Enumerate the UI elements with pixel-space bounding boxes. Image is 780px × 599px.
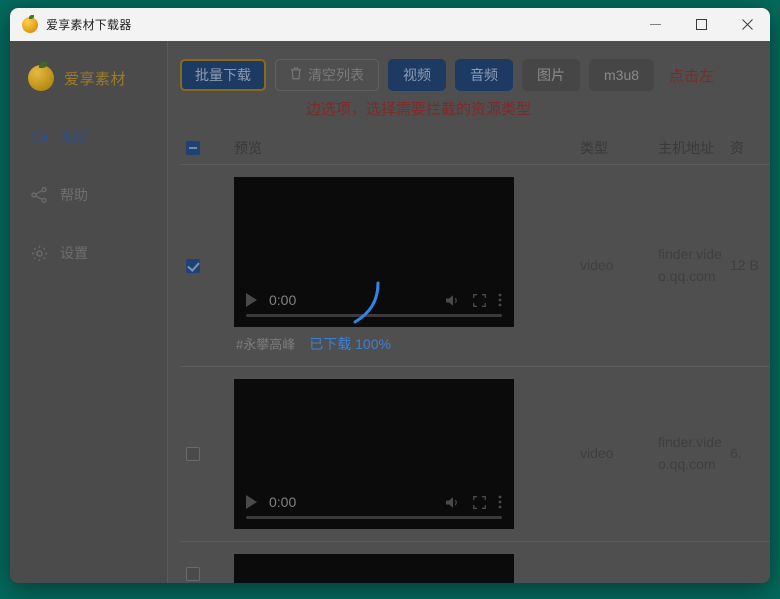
checkbox-unchecked-icon: [186, 447, 200, 461]
title-bar: 爱享素材下载器: [10, 8, 770, 41]
sidebar-item-label: 帮助: [60, 187, 88, 203]
app-window: 爱享素材下载器 爱享素材 嗅探 帮助 设置 批量下载 清空列表 视频 音频 图片…: [10, 8, 770, 583]
type-cell: video: [580, 256, 614, 273]
close-icon[interactable]: [724, 8, 770, 41]
preview-cell: 0:00: [226, 177, 580, 354]
filter-m3u8-button[interactable]: m3u8: [589, 59, 655, 91]
window-body: 爱享素材 嗅探 帮助 设置 批量下载 清空列表 视频 音频 图片 m3u8 点击…: [10, 41, 770, 583]
sidebar-item-label: 设置: [60, 245, 88, 261]
column-header-size: 资: [730, 139, 744, 156]
main-content: 批量下载 清空列表 视频 音频 图片 m3u8 点击左 边选项，选择需要拦截的资…: [168, 41, 770, 583]
table-header-row: 预览 类型 主机地址 资: [180, 131, 770, 165]
toolbar: 批量下载 清空列表 视频 音频 图片 m3u8 点击左: [168, 41, 770, 91]
brand: 爱享素材: [10, 57, 167, 91]
download-status: 已下载 100%: [309, 336, 391, 352]
select-all-checkbox[interactable]: [180, 140, 226, 155]
preview-cell: [226, 554, 580, 583]
column-header-preview: 预览: [234, 139, 262, 156]
fullscreen-icon[interactable]: [473, 495, 486, 509]
table-row[interactable]: [180, 542, 770, 583]
video-camera-icon: [30, 128, 48, 146]
size-cell: 12 B: [730, 256, 759, 273]
batch-download-button[interactable]: 批量下载: [180, 59, 266, 91]
table-row[interactable]: 0:00: [180, 165, 770, 367]
minimize-icon[interactable]: [632, 8, 678, 41]
share-nodes-icon: [30, 186, 48, 204]
title-bar-left: 爱享素材下载器: [10, 14, 632, 33]
orange-fruit-logo: [28, 62, 54, 91]
video-player[interactable]: [234, 554, 514, 583]
clear-list-button[interactable]: 清空列表: [275, 59, 379, 91]
volume-icon[interactable]: [446, 496, 461, 509]
play-icon[interactable]: [246, 293, 257, 307]
video-player[interactable]: 0:00: [234, 379, 514, 529]
volume-icon[interactable]: [446, 294, 461, 307]
table-row[interactable]: 0:00: [180, 367, 770, 542]
filter-audio-button[interactable]: 音频: [455, 59, 513, 91]
checkbox-checked-icon: [186, 258, 200, 273]
player-time: 0:00: [269, 494, 297, 510]
type-cell: video: [580, 445, 614, 462]
checkbox-unchecked-icon: [186, 567, 200, 581]
gear-icon: [30, 244, 48, 262]
column-header-type: 类型: [580, 139, 608, 156]
row-checkbox[interactable]: [180, 447, 226, 461]
trash-icon: [290, 67, 302, 83]
more-vertical-icon[interactable]: [498, 495, 502, 509]
sidebar-item-label: 嗅探: [60, 129, 88, 145]
size-cell: 6.: [730, 445, 742, 462]
column-header-host: 主机地址: [658, 139, 714, 156]
annotation-text-line2: 边选项，选择需要拦截的资源类型: [306, 101, 532, 118]
row-checkbox[interactable]: [180, 567, 226, 581]
player-progress-bar[interactable]: [246, 516, 502, 519]
sidebar-item-sniff[interactable]: 嗅探: [10, 115, 167, 159]
sidebar: 爱享素材 嗅探 帮助 设置: [10, 41, 168, 583]
brand-name: 爱享素材: [64, 70, 127, 88]
sidebar-item-help[interactable]: 帮助: [10, 173, 167, 217]
preview-caption-row: #永攀高峰 已下载 100%: [234, 334, 580, 354]
play-icon[interactable]: [246, 495, 257, 509]
checkbox-indeterminate-icon: [186, 140, 200, 155]
filter-image-button[interactable]: 图片: [522, 59, 580, 91]
resource-table: 预览 类型 主机地址 资 0:00 #永攀高峰 已下载 100% video f…: [168, 131, 770, 583]
annotation-text-line1: 点击左: [669, 67, 715, 85]
preview-caption: #永攀高峰: [236, 337, 296, 352]
clear-list-label: 清空列表: [308, 67, 364, 83]
maximize-icon[interactable]: [678, 8, 724, 41]
host-cell: finder.video.qq.com: [658, 245, 722, 284]
row-checkbox[interactable]: [180, 258, 226, 273]
player-progress-bar[interactable]: [246, 314, 502, 317]
preview-cell: 0:00: [226, 379, 580, 529]
host-cell: finder.video.qq.com: [658, 434, 722, 472]
window-title: 爱享素材下载器: [46, 18, 132, 32]
player-time: 0:00: [269, 292, 297, 308]
fullscreen-icon[interactable]: [473, 293, 486, 307]
more-vertical-icon[interactable]: [498, 293, 502, 307]
filter-video-button[interactable]: 视频: [388, 59, 446, 91]
window-controls: [632, 8, 770, 41]
video-player[interactable]: 0:00: [234, 177, 514, 327]
player-controls: 0:00: [234, 494, 514, 516]
player-controls: 0:00: [234, 292, 514, 314]
sidebar-item-settings[interactable]: 设置: [10, 231, 167, 275]
orange-fruit-icon: [22, 14, 38, 33]
